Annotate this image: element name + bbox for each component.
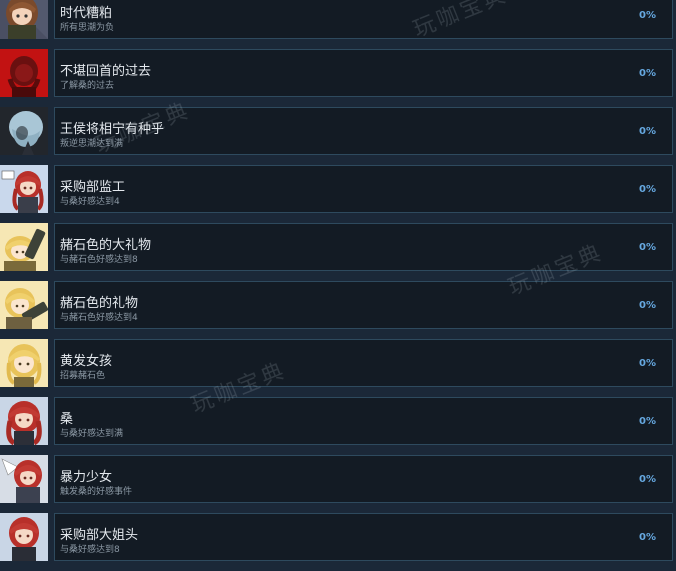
brown-hair-girl-avatar-icon bbox=[0, 0, 48, 39]
achievement-title: 桑 bbox=[60, 412, 74, 427]
achievement-panel: 王侯将相宁有种乎 叛逆思潮达到满 0% bbox=[54, 107, 673, 155]
achievement-title: 黄发女孩 bbox=[60, 354, 113, 369]
blonde-girl-avatar-icon bbox=[0, 339, 48, 387]
achievement-description: 与桑好感达到8 bbox=[60, 545, 120, 555]
achievement-row[interactable]: 桑 与桑好感达到满 0% bbox=[0, 397, 676, 445]
achievement-row[interactable]: 赭石色的礼物 与赭石色好感达到4 0% bbox=[0, 281, 676, 329]
blonde-girl-gift-avatar-icon bbox=[0, 281, 48, 329]
achievement-panel: 不堪回首的过去 了解桑的过去 0% bbox=[54, 49, 673, 97]
achievement-panel: 赭石色的大礼物 与赭石色好感达到8 0% bbox=[54, 223, 673, 271]
achievement-description: 叛逆思潮达到满 bbox=[60, 139, 124, 149]
achievement-title: 不堪回首的过去 bbox=[60, 64, 152, 79]
red-hair-girl-avatar-icon bbox=[0, 165, 48, 213]
achievement-percent: 0% bbox=[639, 358, 656, 369]
achievement-percent: 0% bbox=[639, 126, 656, 137]
achievement-row[interactable]: 不堪回首的过去 了解桑的过去 0% bbox=[0, 49, 676, 97]
achievement-row[interactable]: 采购部监工 与桑好感达到4 0% bbox=[0, 165, 676, 213]
achievement-title: 赭石色的礼物 bbox=[60, 296, 139, 311]
achievement-percent: 0% bbox=[639, 474, 656, 485]
achievement-description: 触发桑的好感事件 bbox=[60, 487, 133, 497]
achievement-panel: 桑 与桑好感达到满 0% bbox=[54, 397, 673, 445]
blonde-girl-gift-avatar-icon bbox=[0, 223, 48, 271]
achievement-row[interactable]: 赭石色的大礼物 与赭石色好感达到8 0% bbox=[0, 223, 676, 271]
achievement-title: 采购部监工 bbox=[60, 180, 126, 195]
achievement-row[interactable]: 黄发女孩 招募赭石色 0% bbox=[0, 339, 676, 387]
achievement-title: 赭石色的大礼物 bbox=[60, 238, 152, 253]
achievement-description: 所有思潮为负 bbox=[60, 23, 115, 33]
achievement-panel: 时代糟粕 所有思潮为负 0% bbox=[54, 0, 673, 39]
achievement-percent: 0% bbox=[639, 300, 656, 311]
achievement-percent: 0% bbox=[639, 416, 656, 427]
achievement-percent: 0% bbox=[639, 10, 656, 21]
achievement-list: 时代糟粕 所有思潮为负 0% 不堪回首的过去 了解桑的过去 0% 王侯将相宁有种… bbox=[0, 0, 676, 571]
achievement-panel: 采购部大姐头 与桑好感达到8 0% bbox=[54, 513, 673, 561]
achievement-title: 采购部大姐头 bbox=[60, 528, 139, 543]
achievement-description: 招募赭石色 bbox=[60, 371, 106, 381]
achievement-description: 了解桑的过去 bbox=[60, 81, 115, 91]
red-hair-girl-avatar-icon bbox=[0, 455, 48, 503]
achievement-title: 王侯将相宁有种乎 bbox=[60, 122, 165, 137]
achievement-description: 与赭石色好感达到8 bbox=[60, 255, 138, 265]
red-hair-silhouette-avatar-icon bbox=[0, 49, 48, 97]
achievement-percent: 0% bbox=[639, 184, 656, 195]
silver-hair-avatar-icon bbox=[0, 107, 48, 155]
achievement-row[interactable]: 王侯将相宁有种乎 叛逆思潮达到满 0% bbox=[0, 107, 676, 155]
achievement-percent: 0% bbox=[639, 68, 656, 79]
achievement-panel: 采购部监工 与桑好感达到4 0% bbox=[54, 165, 673, 213]
achievement-title: 暴力少女 bbox=[60, 470, 113, 485]
achievement-title: 时代糟粕 bbox=[60, 6, 113, 21]
achievement-description: 与桑好感达到满 bbox=[60, 429, 124, 439]
achievement-percent: 0% bbox=[639, 532, 656, 543]
achievement-description: 与赭石色好感达到4 bbox=[60, 313, 138, 323]
achievement-panel: 黄发女孩 招募赭石色 0% bbox=[54, 339, 673, 387]
red-hair-girl-avatar-icon bbox=[0, 513, 48, 561]
achievement-panel: 赭石色的礼物 与赭石色好感达到4 0% bbox=[54, 281, 673, 329]
achievement-row[interactable]: 暴力少女 触发桑的好感事件 0% bbox=[0, 455, 676, 503]
achievement-row[interactable]: 采购部大姐头 与桑好感达到8 0% bbox=[0, 513, 676, 561]
achievement-percent: 0% bbox=[639, 242, 656, 253]
red-hair-girl-avatar-icon bbox=[0, 397, 48, 445]
achievement-description: 与桑好感达到4 bbox=[60, 197, 120, 207]
achievement-row[interactable]: 时代糟粕 所有思潮为负 0% bbox=[0, 0, 676, 39]
achievement-panel: 暴力少女 触发桑的好感事件 0% bbox=[54, 455, 673, 503]
